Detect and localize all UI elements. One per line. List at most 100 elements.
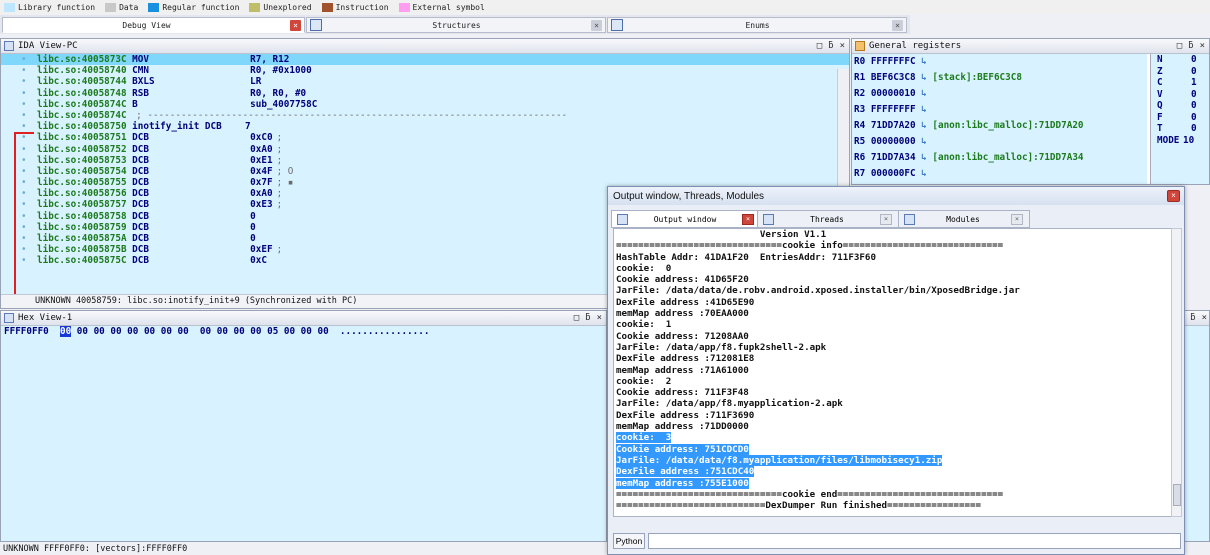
flag-row[interactable]: MODE 10 [1151, 135, 1209, 147]
tab-debug-view[interactable]: Debug View × [2, 17, 305, 33]
breakpoint-dot[interactable]: • [21, 144, 27, 155]
tab-enums[interactable]: Enums × [607, 17, 907, 33]
disasm-line[interactable]: • libc.so:40058752 DCB 0xA0; [1, 144, 849, 155]
register-value[interactable]: BEF6C3C8 [871, 72, 916, 83]
close-icon[interactable]: × [892, 19, 903, 31]
python-button[interactable]: Python [613, 533, 645, 549]
close-icon[interactable]: × [880, 213, 892, 225]
register-value[interactable]: 71DD7A34 [871, 152, 916, 163]
pointer-arrow-icon[interactable]: ↳ [916, 88, 933, 99]
register-row[interactable]: R8 71DD7A68 ↳ [anon:libc_malloc]:71DD7A6… [852, 182, 1147, 184]
register-target[interactable]: [anon:libc_malloc]:71DD7A34 [932, 152, 1083, 163]
register-value[interactable]: FFFFFFFC [871, 56, 916, 67]
float-icon[interactable]: ƃ [828, 41, 833, 51]
restore-icon[interactable]: □ [1177, 41, 1182, 51]
register-value[interactable]: 00000000 [871, 136, 916, 147]
output-scrollbar[interactable] [1171, 228, 1182, 517]
float-icon[interactable]: ƃ [1190, 313, 1195, 323]
close-icon[interactable]: × [1202, 313, 1207, 323]
close-icon[interactable]: × [290, 19, 301, 31]
disasm-line[interactable]: • libc.so:40058744 BXLS LR [1, 76, 849, 87]
disasm-line[interactable]: • libc.so:40058750 inotify_init DCB 7 [1, 121, 849, 132]
pointer-arrow-icon[interactable]: ↳ [916, 120, 933, 131]
tab-output-window[interactable]: Output window × [611, 210, 761, 228]
hex-dump[interactable]: FFFF0FF0 00 00 00 00 00 00 00 00 00 00 0… [1, 326, 606, 541]
pointer-arrow-icon[interactable]: ↳ [916, 136, 933, 147]
python-command-input[interactable] [648, 533, 1181, 549]
close-icon[interactable]: × [1011, 213, 1023, 225]
restore-icon[interactable]: □ [817, 41, 822, 51]
flag-row[interactable]: F0 [1151, 112, 1209, 124]
register-row[interactable]: R1 BEF6C3C8 ↳ [stack]:BEF6C3C8 [852, 70, 1147, 86]
breakpoint-dot[interactable]: • [21, 255, 27, 266]
pointer-arrow-icon[interactable]: ↳ [916, 56, 933, 67]
hex-cursor[interactable]: 00 [59, 326, 72, 337]
register-row[interactable]: R6 71DD7A34 ↳ [anon:libc_malloc]:71DD7A3… [852, 150, 1147, 166]
flag-row[interactable]: Z0 [1151, 66, 1209, 78]
breakpoint-dot[interactable]: • [21, 199, 27, 210]
disasm-line[interactable]: • libc.so:4005874C ; --------------------… [1, 110, 849, 121]
output-text[interactable]: Version V1.1 ============================… [613, 228, 1173, 517]
register-value[interactable]: FFFFFFFF [871, 104, 916, 115]
breakpoint-dot[interactable]: • [21, 155, 27, 166]
disasm-line[interactable]: • libc.so:40058748 RSB R0, R0, #0 [1, 88, 849, 99]
pointer-arrow-icon[interactable]: ↳ [916, 72, 933, 83]
breakpoint-dot[interactable]: • [21, 76, 27, 87]
flag-row[interactable]: C1 [1151, 77, 1209, 89]
restore-icon[interactable]: □ [574, 313, 579, 323]
breakpoint-dot[interactable]: • [21, 244, 27, 255]
register-value[interactable]: 000000FC [871, 168, 916, 179]
breakpoint-dot[interactable]: • [21, 166, 27, 177]
register-row[interactable]: R2 00000010 ↳ [852, 86, 1147, 102]
breakpoint-dot[interactable]: • [21, 233, 27, 244]
disasm-line[interactable]: • libc.so:4005874C Bsub_4007758C [1, 99, 849, 110]
pointer-arrow-icon[interactable]: ↳ [916, 168, 933, 179]
float-icon[interactable]: ƃ [585, 313, 590, 323]
close-icon[interactable]: × [591, 19, 602, 31]
register-value[interactable]: 00000010 [871, 88, 916, 99]
register-row[interactable]: R5 00000000 ↳ [852, 134, 1147, 150]
register-list[interactable]: R0 FFFFFFFC ↳ R1 BEF6C3C8 ↳ [stack]:BEF6… [852, 54, 1147, 184]
register-row[interactable]: R3 FFFFFFFF ↳ [852, 102, 1147, 118]
breakpoint-dot[interactable]: • [21, 110, 27, 121]
disasm-line[interactable]: • libc.so:40058740 CMN R0, #0x1000 [1, 65, 849, 76]
breakpoint-dot[interactable]: • [21, 88, 27, 99]
breakpoint-dot[interactable]: • [21, 188, 27, 199]
flag-row[interactable]: N0 [1151, 54, 1209, 66]
breakpoint-dot[interactable]: • [21, 99, 27, 110]
float-icon[interactable]: ƃ [1188, 41, 1193, 51]
register-row[interactable]: R0 FFFFFFFC ↳ [852, 54, 1147, 70]
close-icon[interactable]: × [1167, 190, 1180, 202]
breakpoint-dot[interactable]: • [21, 211, 27, 222]
register-value[interactable]: 71DD7A20 [871, 120, 916, 131]
tab-modules[interactable]: Modules × [898, 210, 1030, 228]
breakpoint-dot[interactable]: • [21, 222, 27, 233]
output-window-title-bar[interactable]: Output window, Threads, Modules × [608, 187, 1184, 205]
register-row[interactable]: R4 71DD7A20 ↳ [anon:libc_malloc]:71DD7A2… [852, 118, 1147, 134]
close-icon[interactable]: × [1200, 41, 1205, 51]
pointer-arrow-icon[interactable]: ↳ [916, 152, 933, 163]
breakpoint-dot[interactable]: • [21, 177, 27, 188]
register-target[interactable]: [anon:libc_malloc]:71DD7A20 [932, 120, 1083, 131]
breakpoint-dot[interactable]: • [21, 132, 27, 143]
pointer-arrow-icon[interactable]: ↳ [916, 104, 933, 115]
breakpoint-dot[interactable]: • [21, 121, 27, 132]
breakpoint-dot[interactable]: • [21, 54, 27, 65]
scroll-thumb[interactable] [1173, 484, 1181, 506]
close-icon[interactable]: × [742, 213, 754, 225]
disasm-line[interactable]: • libc.so:4005873C MOV R7, R12 [1, 54, 849, 66]
tab-threads[interactable]: Threads × [757, 210, 899, 228]
flag-row[interactable]: T0 [1151, 123, 1209, 135]
flag-list[interactable]: N 0 Z 0 C 1 V 0 Q 0 F 0 T 0 MODE 10 [1150, 54, 1209, 184]
register-target[interactable]: [stack]:BEF6C3C8 [932, 72, 1022, 83]
tab-structures[interactable]: Structures × [306, 17, 606, 33]
register-row[interactable]: R7 000000FC ↳ [852, 166, 1147, 182]
disasm-line[interactable]: • libc.so:40058753 DCB 0xE1; [1, 155, 849, 166]
flag-row[interactable]: Q0 [1151, 100, 1209, 112]
breakpoint-dot[interactable]: • [21, 65, 27, 76]
disasm-line[interactable]: • libc.so:40058751 DCB 0xC0; [1, 132, 849, 143]
close-icon[interactable]: × [840, 41, 845, 51]
disasm-line[interactable]: • libc.so:40058754 DCB 0x4F; O [1, 166, 849, 177]
close-icon[interactable]: × [597, 313, 602, 323]
flag-row[interactable]: V0 [1151, 89, 1209, 101]
